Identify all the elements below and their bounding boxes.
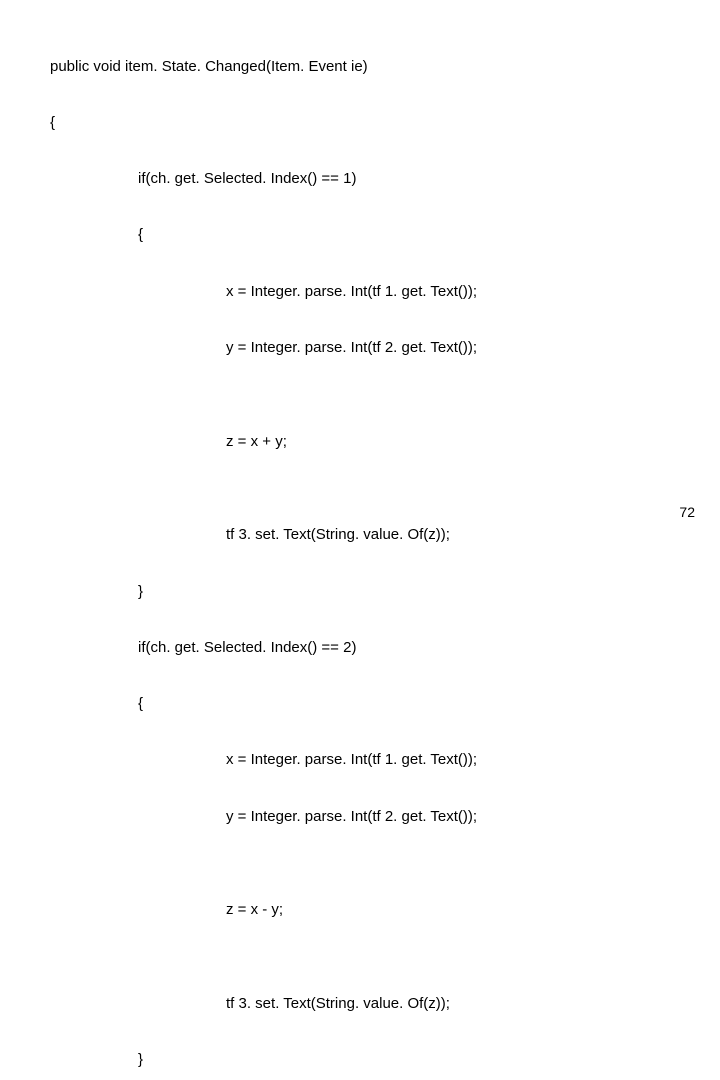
code-line: y = Integer. parse. Int(tf 2. get. Text(… bbox=[226, 339, 477, 358]
code-line: { bbox=[138, 695, 477, 714]
code-line: public void item. State. Changed(Item. E… bbox=[50, 58, 477, 77]
code-line: z = x - y; bbox=[226, 901, 477, 920]
code-line: tf 3. set. Text(String. value. Of(z)); bbox=[226, 995, 477, 1014]
code-line: y = Integer. parse. Int(tf 2. get. Text(… bbox=[226, 808, 477, 827]
document-page: public void item. State. Changed(Item. E… bbox=[0, 0, 720, 540]
page-number: 72 bbox=[679, 504, 695, 520]
code-line: { bbox=[50, 114, 477, 133]
code-line: if(ch. get. Selected. Index() == 1) bbox=[138, 170, 477, 189]
code-line: { bbox=[138, 226, 477, 245]
code-block: public void item. State. Changed(Item. E… bbox=[50, 20, 477, 1080]
code-line: z = x + y; bbox=[226, 433, 477, 452]
code-line: } bbox=[138, 1051, 477, 1070]
code-line: if(ch. get. Selected. Index() == 2) bbox=[138, 639, 477, 658]
code-line: tf 3. set. Text(String. value. Of(z)); bbox=[226, 526, 477, 545]
code-line: x = Integer. parse. Int(tf 1. get. Text(… bbox=[226, 751, 477, 770]
code-line: x = Integer. parse. Int(tf 1. get. Text(… bbox=[226, 283, 477, 302]
code-line: } bbox=[138, 583, 477, 602]
